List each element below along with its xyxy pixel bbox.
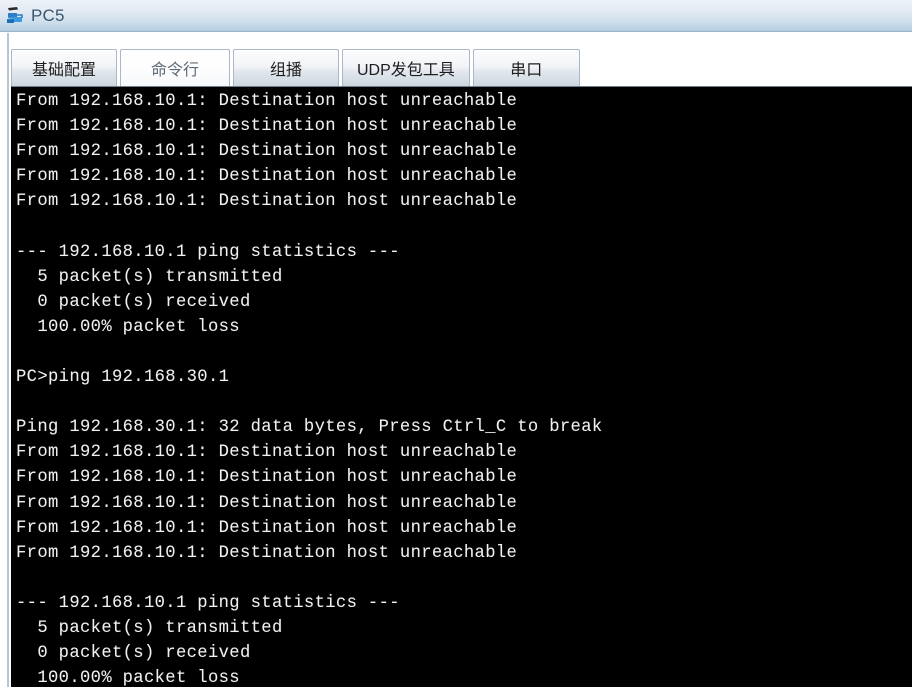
terminal-line: From 192.168.10.1: Destination host unre… bbox=[16, 142, 518, 162]
terminal-line: PC>ping 192.168.30.1 bbox=[16, 368, 230, 388]
tab-basic-config[interactable]: 基础配置 bbox=[11, 49, 117, 86]
terminal-console[interactable]: From 192.168.10.1: Destination host unre… bbox=[11, 86, 912, 687]
terminal-line: From 192.168.10.1: Destination host unre… bbox=[16, 167, 518, 187]
terminal-line: --- 192.168.10.1 ping statistics --- bbox=[16, 593, 400, 613]
window-titlebar: PC5 bbox=[0, 0, 912, 32]
terminal-line: 0 packet(s) received bbox=[16, 292, 251, 312]
tab-udp-packet-tool-label: UDP发包工具 bbox=[357, 62, 455, 79]
network-device-icon bbox=[5, 5, 27, 27]
tab-strip: 基础配置 命令行 组播 UDP发包工具 串口 bbox=[11, 47, 580, 86]
terminal-line: From 192.168.10.1: Destination host unre… bbox=[16, 493, 518, 513]
tab-multicast[interactable]: 组播 bbox=[233, 49, 339, 86]
tab-serial-port[interactable]: 串口 bbox=[472, 49, 580, 86]
terminal-line: From 192.168.10.1: Destination host unre… bbox=[16, 518, 518, 538]
terminal-line: --- 192.168.10.1 ping statistics --- bbox=[16, 242, 400, 262]
terminal-line: 5 packet(s) transmitted bbox=[16, 267, 283, 287]
terminal-output: From 192.168.10.1: Destination host unre… bbox=[16, 89, 912, 687]
terminal-line: From 192.168.10.1: Destination host unre… bbox=[16, 468, 518, 488]
tab-udp-packet-tool[interactable]: UDP发包工具 bbox=[342, 49, 470, 86]
tab-multicast-label: 组播 bbox=[269, 62, 302, 79]
terminal-line: 100.00% packet loss bbox=[16, 669, 240, 687]
tab-command-line-label: 命令行 bbox=[150, 62, 199, 79]
terminal-line: 0 packet(s) received bbox=[16, 644, 251, 664]
terminal-line: 5 packet(s) transmitted bbox=[16, 618, 283, 638]
window-title: PC5 bbox=[31, 5, 65, 25]
tab-command-line[interactable]: 命令行 bbox=[120, 49, 230, 86]
terminal-line: From 192.168.10.1: Destination host unre… bbox=[16, 543, 518, 563]
terminal-line: Ping 192.168.30.1: 32 data bytes, Press … bbox=[16, 418, 603, 438]
tab-serial-port-label: 串口 bbox=[510, 62, 543, 79]
pc5-window: PC5 基础配置 命令行 组播 UDP发包工具 串口 From 192.168.… bbox=[0, 0, 912, 687]
tab-basic-config-label: 基础配置 bbox=[31, 62, 96, 79]
terminal-line: 100.00% packet loss bbox=[16, 317, 240, 337]
terminal-line: From 192.168.10.1: Destination host unre… bbox=[16, 92, 518, 111]
terminal-line: From 192.168.10.1: Destination host unre… bbox=[16, 443, 518, 463]
window-body: 基础配置 命令行 组播 UDP发包工具 串口 From 192.168.10.1… bbox=[0, 33, 912, 687]
terminal-line: From 192.168.10.1: Destination host unre… bbox=[16, 117, 518, 137]
terminal-line: From 192.168.10.1: Destination host unre… bbox=[16, 192, 518, 212]
